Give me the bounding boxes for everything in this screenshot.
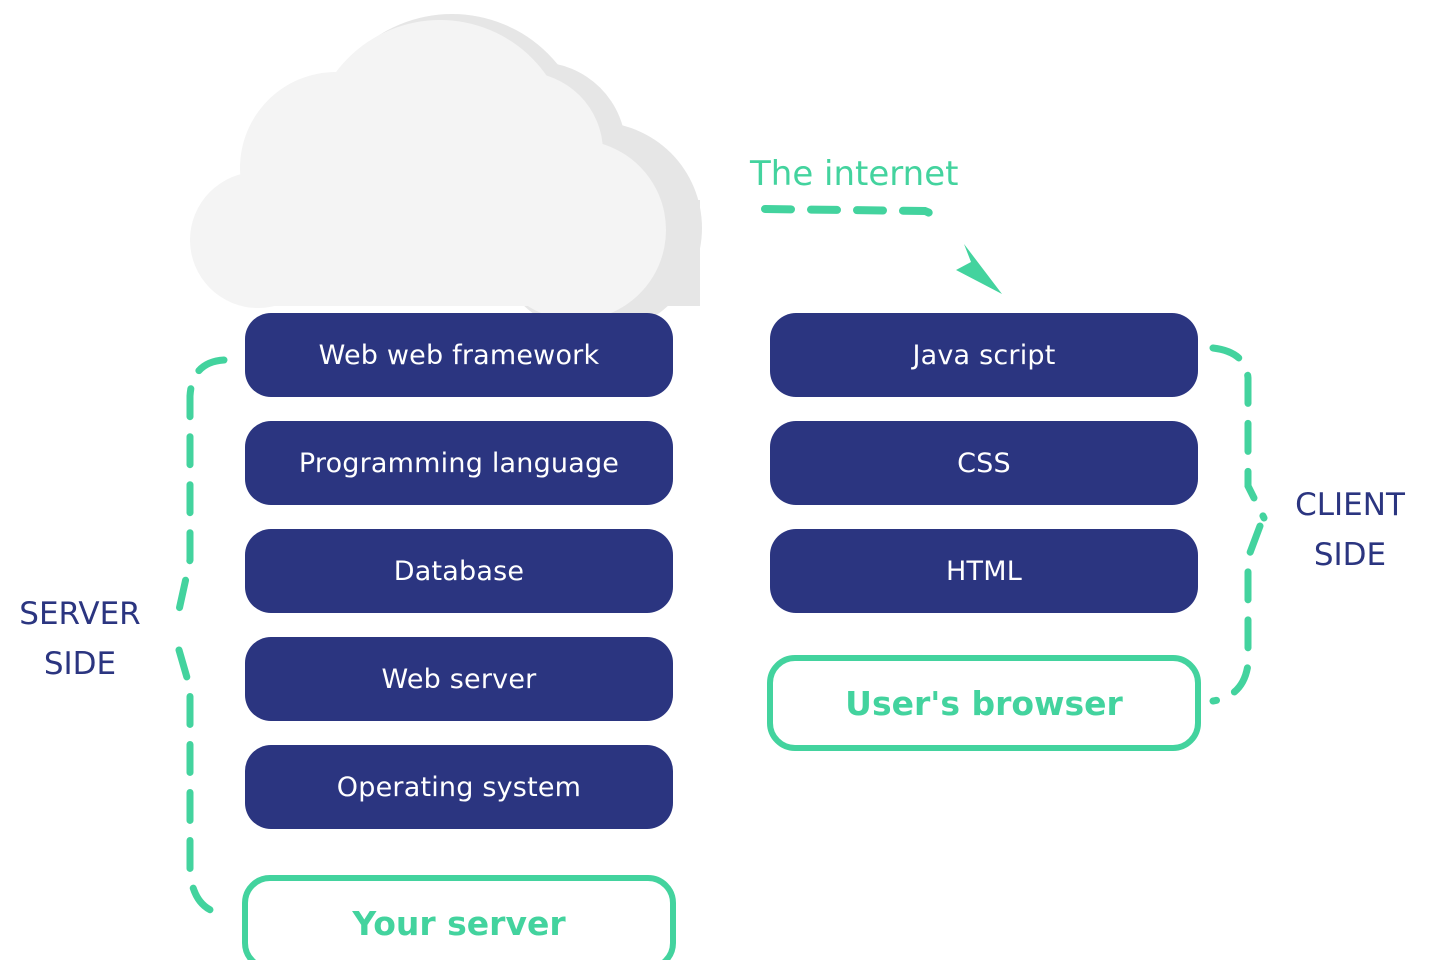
internet-arrow <box>761 205 1002 294</box>
server-layer-web-framework: Web web framework <box>245 313 673 397</box>
client-layer-javascript: Java script <box>770 313 1198 397</box>
web-stack-diagram: The internet Web web framework Programmi… <box>0 0 1432 960</box>
server-side-label-line2: SIDE <box>43 646 117 682</box>
client-side-label: CLIENT SIDE <box>1270 480 1430 580</box>
arrow-icon <box>956 244 1002 294</box>
server-side-label-line1: SERVER <box>19 596 141 632</box>
server-layer-operating-system: Operating system <box>245 745 673 829</box>
server-side-bracket <box>175 356 230 918</box>
diagram-decorations <box>175 14 1268 918</box>
server-side-label: SERVER SIDE <box>0 589 160 689</box>
client-side-label-line2: SIDE <box>1313 537 1387 573</box>
users-browser-box: User's browser <box>767 655 1201 751</box>
server-layer-web-server: Web server <box>245 637 673 721</box>
cloud-icon <box>190 14 702 334</box>
internet-label: The internet <box>750 154 959 194</box>
client-layer-html: HTML <box>770 529 1198 613</box>
server-layer-database: Database <box>245 529 673 613</box>
server-layer-programming-language: Programming language <box>245 421 673 505</box>
client-side-label-line1: CLIENT <box>1295 487 1405 523</box>
your-server-box: Your server <box>242 875 676 960</box>
client-layer-css: CSS <box>770 421 1198 505</box>
client-side-bracket <box>1209 344 1268 705</box>
